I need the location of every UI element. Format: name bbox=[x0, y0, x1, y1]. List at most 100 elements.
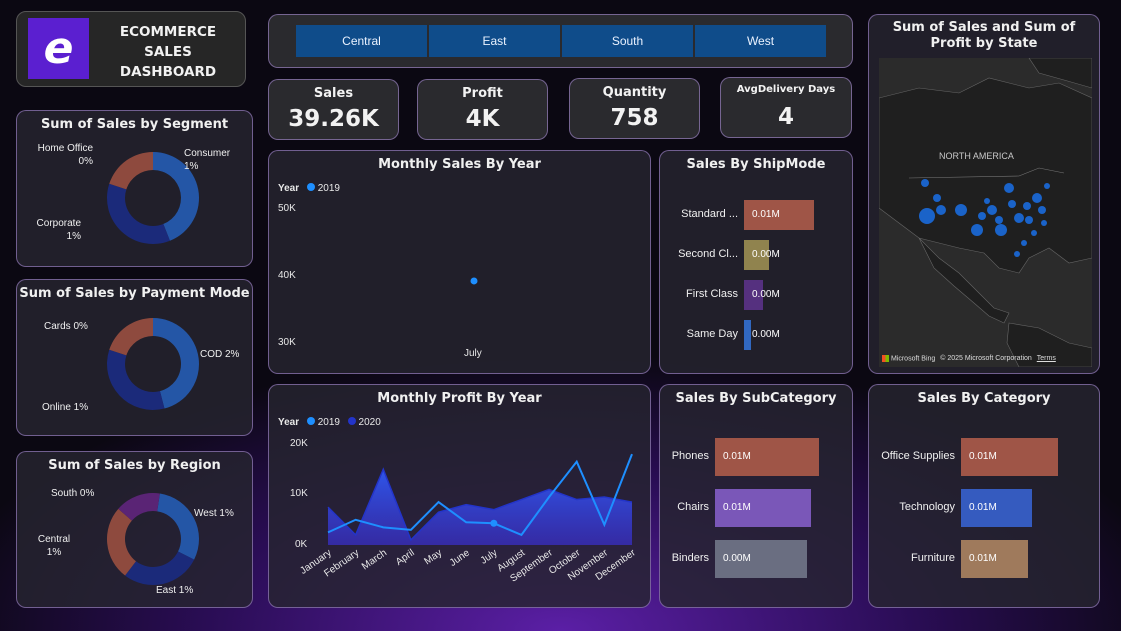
label-pct: 1% bbox=[66, 231, 81, 242]
bar-value-label: 0.01M bbox=[752, 209, 780, 220]
donut-label-south: South 0% bbox=[51, 488, 95, 499]
kpi-value: 4K bbox=[465, 106, 500, 132]
state-bubble bbox=[1023, 202, 1031, 210]
segment-donut-chart[interactable] bbox=[17, 111, 254, 268]
region-donut-panel: Sum of Sales by Region South 0% West 1% … bbox=[16, 451, 253, 608]
bar-category-label: Same Day bbox=[686, 328, 738, 340]
bar-category-label: Second Cl... bbox=[678, 248, 738, 260]
state-bubble bbox=[1041, 220, 1047, 226]
panel-title: Sales By Category bbox=[917, 391, 1051, 406]
subcategory-panel: Sales By SubCategory Phones 0.01M Chairs 0.… bbox=[659, 384, 853, 608]
kpi-card-quantity: Quantity 758 bbox=[569, 78, 700, 139]
bar-category-label: Technology bbox=[899, 501, 955, 513]
kpi-card-sales: Sales 39.26K bbox=[268, 79, 399, 140]
donut-label-central: Central 1% bbox=[27, 533, 81, 559]
state-bubble bbox=[1025, 216, 1033, 224]
bar[interactable] bbox=[744, 320, 751, 350]
header-panel: e ECOMMERCE SALES DASHBOARD bbox=[16, 11, 246, 87]
bing-logo-icon bbox=[882, 354, 889, 362]
kpi-value: 758 bbox=[610, 105, 659, 131]
donut-label-cod: COD 2% bbox=[200, 349, 240, 360]
label-name: Consumer bbox=[184, 148, 231, 159]
x-tick: June bbox=[448, 547, 472, 569]
dashboard-title-line1: ECOMMERCE SALES bbox=[119, 24, 217, 60]
slicer-label: South bbox=[611, 34, 644, 48]
state-bubble bbox=[978, 212, 986, 220]
donut-label-consumer: Consumer 1% bbox=[184, 147, 230, 173]
donut-slice[interactable] bbox=[107, 349, 165, 410]
bar-category-label: First Class bbox=[686, 288, 738, 300]
bar-value-label: 0.01M bbox=[969, 502, 997, 513]
label-name: Corporate bbox=[36, 218, 81, 229]
donut-label-east: East 1% bbox=[156, 585, 194, 596]
terms-link[interactable]: Terms bbox=[1037, 355, 1056, 362]
state-bubble bbox=[919, 208, 935, 224]
state-bubble bbox=[984, 198, 990, 204]
state-bubble bbox=[1031, 230, 1037, 236]
state-bubble bbox=[995, 216, 1003, 224]
bar-category-label: Furniture bbox=[910, 552, 955, 564]
segment-donut-panel: Sum of Sales by Segment Home Office 0% C… bbox=[16, 110, 253, 267]
dashboard-title-line2: DASHBOARD bbox=[119, 64, 217, 80]
state-bubble bbox=[955, 204, 967, 216]
donut-label-west: West 1% bbox=[194, 508, 234, 519]
payment-donut-panel: Sum of Sales by Payment Mode Cards 0% CO… bbox=[16, 279, 253, 436]
state-bubble bbox=[995, 224, 1007, 236]
label-name: Home Office bbox=[37, 143, 93, 154]
bar-category-label: Standard ... bbox=[681, 208, 738, 220]
bar-value-label: 0.00M bbox=[723, 553, 751, 564]
bar-value-label: 0.00M bbox=[752, 329, 780, 340]
state-bubbles[interactable] bbox=[879, 58, 1092, 367]
bar-category-label: Binders bbox=[671, 552, 709, 564]
logo-letter: e bbox=[43, 22, 74, 74]
state-bubble bbox=[971, 224, 983, 236]
donut-label-home-office: Home Office 0% bbox=[27, 142, 93, 168]
monthly-sales-panel: Monthly Sales By Year Year 2019 50K 40K … bbox=[268, 150, 651, 374]
kpi-title: Sales bbox=[313, 86, 354, 101]
monthly-sales-plot[interactable] bbox=[269, 151, 652, 375]
state-bubble bbox=[1038, 206, 1046, 214]
state-bubble bbox=[936, 205, 946, 215]
kpi-card-profit: Profit 4K bbox=[417, 79, 548, 140]
monthly-profit-plot[interactable]: JanuaryFebruaryMarch April May June JulyAugu… bbox=[269, 385, 652, 609]
category-panel: Sales By Category Office Supplies 0.01M Te… bbox=[868, 384, 1100, 608]
donut-slice[interactable] bbox=[109, 152, 153, 190]
bar-category-label: Chairs bbox=[677, 501, 709, 513]
monthly-profit-panel: Monthly Profit By Year Year 2019 2020 20… bbox=[268, 384, 651, 608]
bar-value-label: 0.01M bbox=[969, 451, 997, 462]
donut-slice[interactable] bbox=[109, 318, 153, 356]
data-point[interactable] bbox=[470, 277, 478, 285]
bar-category-label: Phones bbox=[671, 450, 709, 462]
label-pct: 1% bbox=[46, 547, 62, 558]
map-panel: Sum of Sales and Sum of Profit by State … bbox=[868, 14, 1100, 374]
bing-label: Microsoft Bing bbox=[890, 355, 936, 362]
region-donut-chart[interactable] bbox=[17, 452, 254, 609]
donut-slice[interactable] bbox=[107, 183, 170, 244]
state-bubble bbox=[987, 205, 997, 215]
bing-map[interactable]: NORTH AMERICA Microsoft Bing © 2025 Micr… bbox=[879, 58, 1092, 367]
slicer-button-central[interactable]: Central bbox=[296, 25, 427, 57]
slicer-button-east[interactable]: East bbox=[429, 25, 560, 57]
state-bubble bbox=[1004, 183, 1014, 193]
state-bubble bbox=[1014, 251, 1020, 257]
kpi-title: AvgDelivery Days bbox=[736, 84, 836, 95]
donut-label-corporate: Corporate 1% bbox=[27, 217, 81, 243]
data-point[interactable] bbox=[490, 519, 498, 527]
bar-value-label: 0.01M bbox=[723, 502, 751, 513]
kpi-value: 39.26K bbox=[288, 106, 379, 132]
state-bubble bbox=[1021, 240, 1027, 246]
bar-value-label: 0.00M bbox=[752, 289, 780, 300]
state-bubble bbox=[1014, 213, 1024, 223]
donut-slice[interactable] bbox=[157, 493, 199, 560]
x-tick: May bbox=[422, 547, 444, 567]
donut-slice[interactable] bbox=[125, 551, 195, 585]
label-name: Central bbox=[37, 534, 71, 545]
x-tick: April bbox=[394, 547, 417, 567]
bar-value-label: 0.01M bbox=[723, 451, 751, 462]
slicer-button-south[interactable]: South bbox=[562, 25, 693, 57]
map-attribution: Microsoft Bing © 2025 Microsoft Corporat… bbox=[882, 354, 1056, 362]
slicer-button-west[interactable]: West bbox=[695, 25, 826, 57]
label-pct: 0% bbox=[78, 156, 93, 167]
state-bubble bbox=[1008, 200, 1016, 208]
panel-title: Sales By ShipMode bbox=[686, 157, 826, 172]
